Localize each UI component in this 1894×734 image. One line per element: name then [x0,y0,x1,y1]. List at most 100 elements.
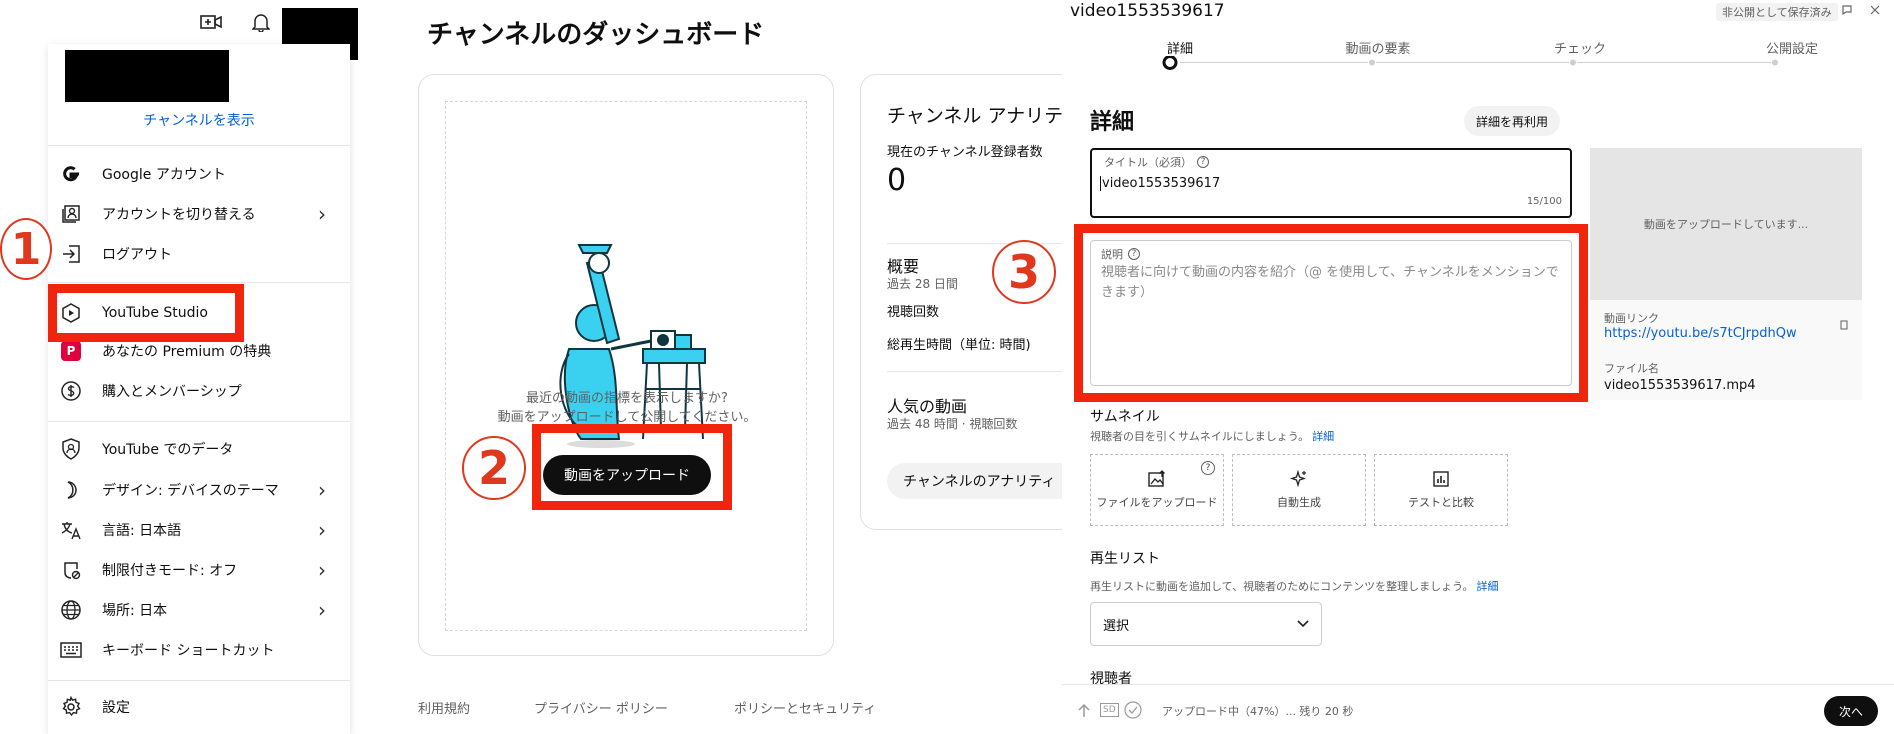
chevron-right-icon: › [318,598,326,622]
playlist-title: 再生リスト [1090,551,1160,567]
menu-item-location[interactable]: 場所: 日本 › [48,593,350,627]
thumbnail-title: サムネイル [1090,409,1160,425]
playlist-desc: 再生リストに動画を追加して、視聴者のためにコンテンツを整理しましょう。 詳細 [1090,580,1499,593]
analytics-title: チャンネル アナリテ [887,105,1064,127]
gear-icon [62,696,81,717]
notification-bell-icon[interactable] [252,12,270,32]
chevron-right-icon: › [318,478,326,502]
step-tab-checks[interactable]: チェック [1540,38,1620,57]
chevron-right-icon: › [318,518,326,542]
menu-item-theme[interactable]: デザイン: デバイスのテーマ › [48,473,350,507]
menu-item-switch-account[interactable]: アカウントを切り替える › [48,197,350,231]
highlight-box-youtube-studio [48,284,244,342]
menu-item-settings[interactable]: 設定 [48,690,350,724]
thumbnail-upload-option[interactable]: ファイルをアップロード ? [1090,454,1224,526]
view-channel-link[interactable]: チャンネルを表示 [48,110,350,130]
help-icon[interactable]: ? [1201,461,1215,475]
thumbnail-option-label: ファイルをアップロード [1096,496,1218,509]
shield-user-icon [62,438,80,460]
upload-arrow-icon [1078,703,1090,719]
menu-item-restricted[interactable]: 制限付きモード: オフ › [48,553,350,587]
title-char-counter: 15/100 [1526,196,1562,207]
divider [48,680,350,681]
dollar-icon [61,381,81,401]
video-link[interactable]: https://youtu.be/s7tCJrpdhQw [1604,326,1797,341]
upload-preview-placeholder: 動画をアップロードしています... [1590,148,1862,300]
video-title-header: video1553539617 [1070,1,1225,21]
menu-item-label: アカウントを切り替える [102,207,256,223]
close-icon[interactable] [1870,5,1880,15]
dashboard-panel: チャンネルのダッシュボード 最近の動画の指標を表示しますか? 動画をアップロード… [362,0,1080,734]
create-video-icon[interactable] [200,13,222,31]
upload-card: 最近の動画の指標を表示しますか? 動画をアップロードして公開してください。 動画… [418,74,834,656]
step-tab-elements[interactable]: 動画の要素 [1318,38,1438,57]
menu-item-label: キーボード ショートカット [102,643,275,659]
step-tab-visibility[interactable]: 公開設定 [1742,38,1842,57]
subscribers-value: 0 [887,163,907,198]
menu-item-language[interactable]: 言語: 日本語 › [48,513,350,547]
title-field[interactable]: タイトル（必須） ? video1553539617 15/100 [1090,148,1572,218]
thumbnail-auto-option[interactable]: 自動生成 [1232,454,1366,526]
next-button[interactable]: 次へ [1824,696,1878,726]
playlist-more-link[interactable]: 詳細 [1476,580,1498,593]
upload-progress-text: アップロード中（47%）... 残り 20 秒 [1162,705,1354,718]
highlight-box-upload [532,424,732,510]
footer-policy-link[interactable]: ポリシーとセキュリティ [734,698,876,717]
thumbnail-more-link[interactable]: 詳細 [1312,430,1334,443]
details-section-title: 詳細 [1090,110,1135,135]
copy-icon[interactable] [1840,320,1848,330]
menu-item-logout[interactable]: ログアウト [48,237,350,271]
title-field-label: タイトル（必須） [1104,156,1192,169]
file-name-label: ファイル名 [1604,362,1659,375]
upload-status-bar: SD アップロード中（47%）... 残り 20 秒 次へ [1062,684,1894,734]
switch-account-icon [62,205,80,223]
chevron-right-icon: › [318,558,326,582]
views-label: 視聴回数 [887,305,940,320]
summary-period: 過去 28 日間 [887,277,958,291]
watch-time-label: 総再生時間（単位: 時間) [887,338,1031,353]
footer-terms-link[interactable]: 利用規約 [418,698,470,717]
playlist-select-value: 選択 [1103,618,1130,634]
thumbnail-test-option[interactable]: テストと比較 [1374,454,1508,526]
chevron-right-icon: › [318,202,326,226]
step-number-3: 3 [992,240,1056,304]
menu-item-google-account[interactable]: Google アカウント [48,157,350,191]
channel-name-redacted [65,50,229,102]
thumbnail-desc: 視聴者の目を引くサムネイルにしましょう。 詳細 [1090,430,1335,443]
divider [48,282,350,283]
help-icon[interactable]: ? [1197,156,1209,168]
stepper-progress [1162,56,1778,70]
upload-prompt-line2: 動画をアップロードして公開してください。 [497,410,757,425]
playlist-select[interactable]: 選択 [1090,602,1322,646]
thumbnail-option-label: テストと比較 [1408,496,1474,509]
feedback-icon[interactable] [1842,5,1852,15]
menu-item-label: Google アカウント [102,167,226,183]
subscribers-label: 現在のチャンネル登録者数 [887,145,1043,160]
chevron-down-icon [1297,620,1309,628]
translate-icon [61,522,81,540]
popular-title: 人気の動画 [887,397,968,416]
upload-details-panel: video1553539617 非公開として保存済み 詳細 動画の要素 チェック… [992,0,1894,734]
upload-prompt-line1: 最近の動画の指標を表示しますか? [526,391,728,406]
menu-item-label: あなたの Premium の特典 [102,344,272,360]
highlight-box-description [1074,224,1588,402]
menu-item-your-data[interactable]: YouTube でのデータ [48,432,350,466]
divider [48,421,350,422]
menu-item-keyboard[interactable]: キーボード ショートカット [48,633,350,667]
premium-icon: P [61,341,81,361]
menu-item-label: YouTube でのデータ [102,442,234,458]
step-number-1: 1 [0,218,52,280]
moon-icon [67,481,77,499]
image-upload-icon [1148,470,1165,487]
analytics-card: チャンネル アナリテ 現在のチャンネル登録者数 0 概要 過去 28 日間 視聴… [860,74,1080,530]
menu-item-purchases[interactable]: 購入とメンバーシップ [48,374,350,408]
footer-privacy-link[interactable]: プライバシー ポリシー [534,698,668,717]
file-name-value: video1553539617.mp4 [1604,378,1756,393]
step-tab-details[interactable]: 詳細 [1150,38,1210,57]
channel-analytics-button[interactable]: チャンネルのアナリティ [887,463,1080,499]
title-input[interactable]: video1553539617 [1100,176,1220,191]
sd-quality-icon: SD [1100,703,1119,717]
reuse-details-button[interactable]: 詳細を再利用 [1464,106,1561,136]
menu-item-label: 言語: 日本語 [102,523,182,539]
popular-period: 過去 48 時間 · 視聴回数 [887,417,1018,431]
